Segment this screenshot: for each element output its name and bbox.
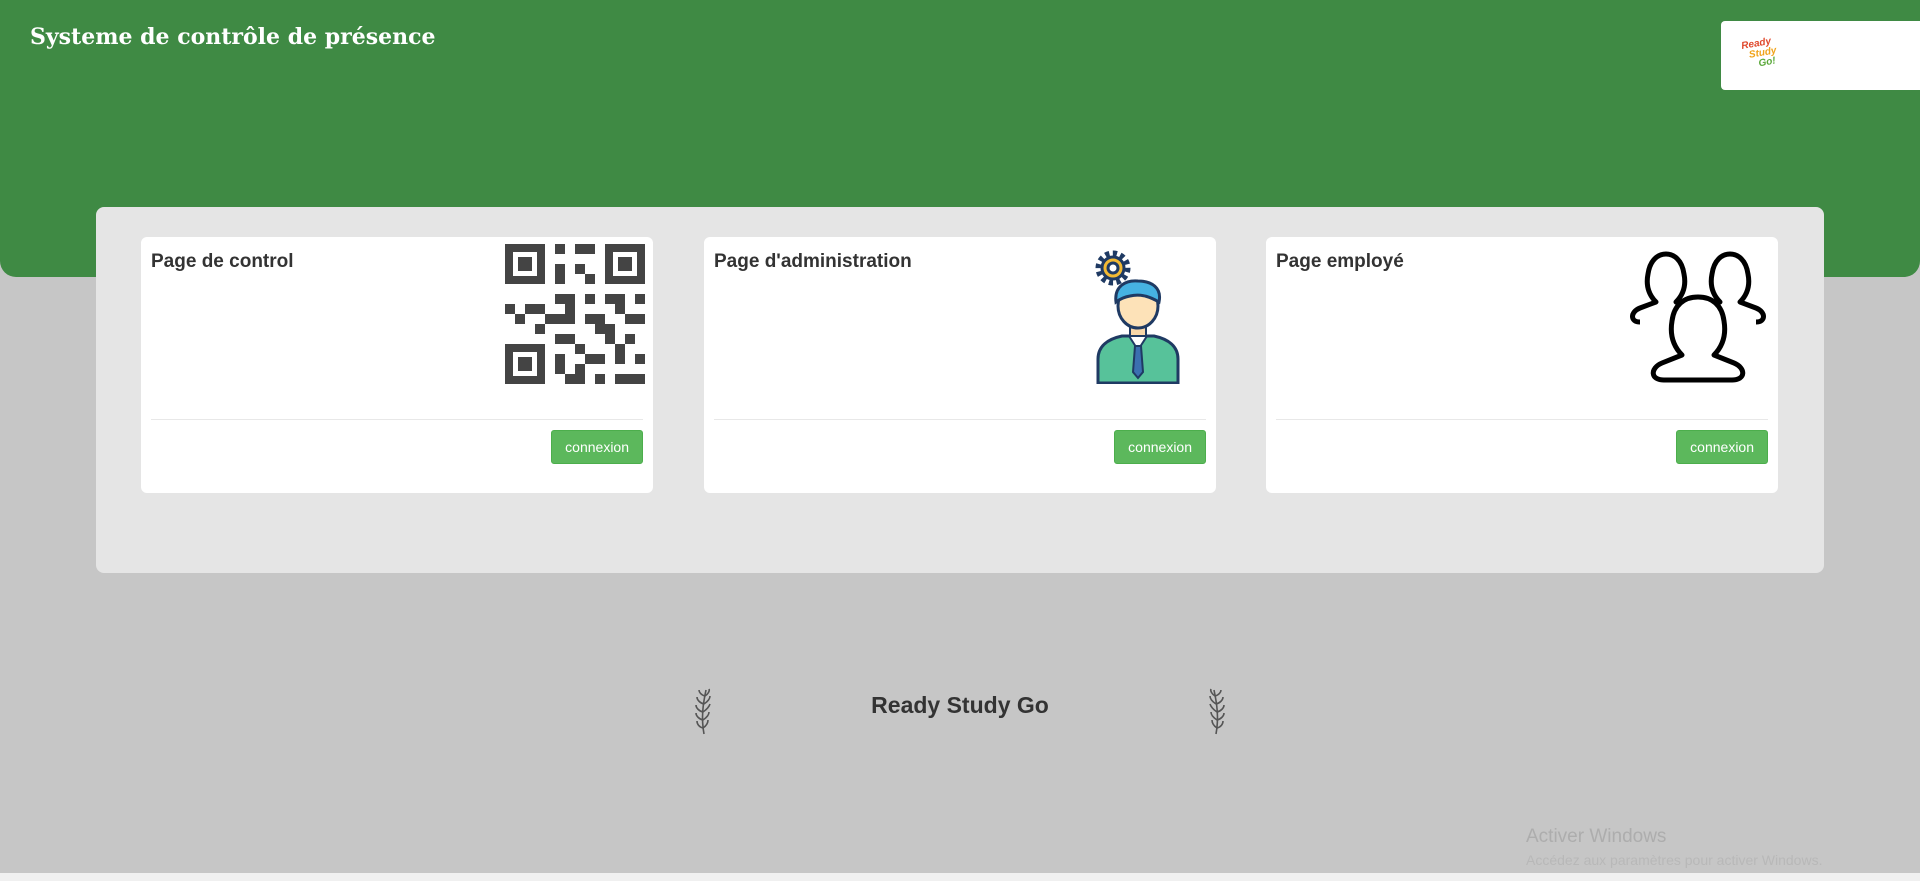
laurel-right-icon	[1205, 688, 1227, 741]
card-divider	[151, 419, 643, 420]
card-employe: Page employé connexion	[1266, 237, 1778, 493]
admin-user-gear-icon	[1092, 244, 1187, 389]
bottom-strip	[0, 873, 1920, 881]
card-control: Page de control connexion	[141, 237, 653, 493]
windows-activation-subtitle: Accédez aux paramètres pour activer Wind…	[1526, 852, 1823, 868]
qr-code-icon	[505, 244, 645, 389]
card-administration-title: Page d'administration	[714, 251, 912, 272]
app-title: Systeme de contrôle de présence	[30, 24, 436, 50]
card-administration: Page d'administration connexion	[704, 237, 1216, 493]
logo-wordmark: Ready Study Go!	[1740, 36, 1779, 71]
windows-activation-title: Activer Windows	[1526, 826, 1667, 847]
connexion-button-administration[interactable]: connexion	[1114, 430, 1206, 464]
connexion-button-control[interactable]: connexion	[551, 430, 643, 464]
users-group-icon	[1628, 244, 1768, 389]
card-control-title: Page de control	[151, 251, 294, 272]
card-divider	[714, 419, 1206, 420]
connexion-button-employe[interactable]: connexion	[1676, 430, 1768, 464]
card-divider	[1276, 419, 1768, 420]
card-employe-title: Page employé	[1276, 251, 1404, 272]
footer-brand: Ready Study Go	[871, 692, 1049, 718]
portal-panel: Page de control connexion Page d'adminis…	[96, 207, 1824, 573]
brand-logo[interactable]: Ready Study Go!	[1721, 21, 1920, 90]
